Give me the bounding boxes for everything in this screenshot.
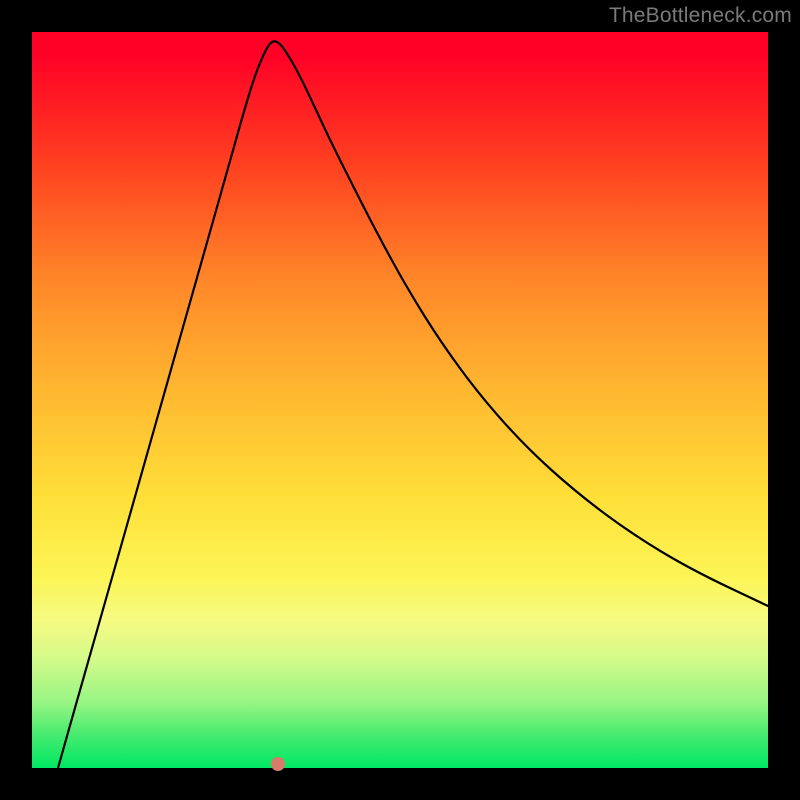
chart-frame: TheBottleneck.com (0, 0, 800, 800)
plot-area (32, 32, 768, 768)
optimal-point-marker (271, 757, 285, 771)
bottleneck-curve (32, 32, 768, 768)
watermark-text: TheBottleneck.com (609, 4, 792, 28)
